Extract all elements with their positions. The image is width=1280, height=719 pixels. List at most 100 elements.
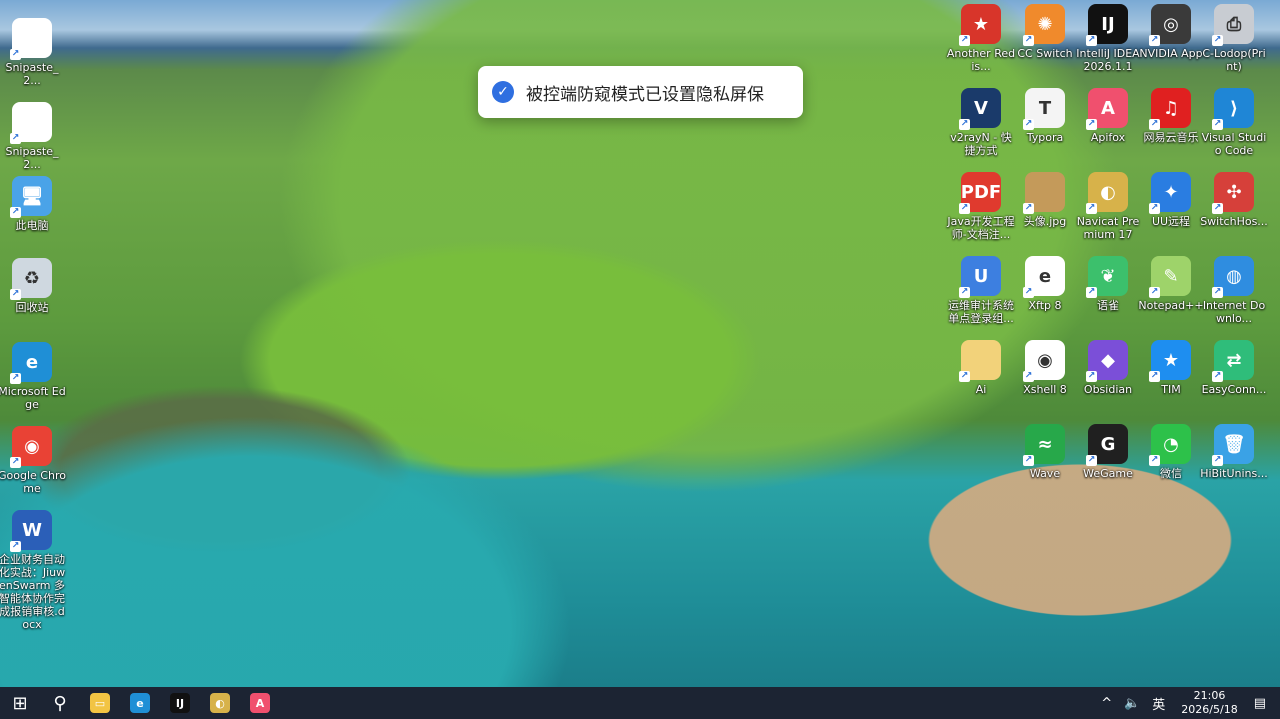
desktop-icon-navicat[interactable]: ◐ ↗ Navicat Premium 17 (1073, 172, 1143, 241)
avatar-jpg-icon: ↗ (1023, 172, 1065, 214)
shortcut-arrow-icon: ↗ (1086, 203, 1097, 214)
intellij-icon: IJ (170, 693, 190, 713)
wegame-icon: G ↗ (1086, 424, 1128, 466)
notification-center-icon[interactable]: ▤ (1254, 696, 1266, 711)
shortcut-arrow-icon: ↗ (1212, 203, 1223, 214)
desktop-icon-label: 微信 (1160, 467, 1182, 480)
desktop-icon-label: 运维审计系统单点登录组... (948, 299, 1014, 325)
desktop-icon-word-doc[interactable]: W ↗ 企业财务自动化实战：JiuwenSwarm 多智能体协作完成报销审核.doc… (0, 510, 67, 631)
shortcut-arrow-icon: ↗ (1212, 119, 1223, 130)
clock-date: 2026/5/18 (1181, 703, 1238, 716)
desktop-icon-uu-remote[interactable]: ✦ ↗ UU远程 (1136, 172, 1206, 228)
taskbar-apps: ⊞ ⚲ ▭ e IJ ◐ A (0, 687, 280, 719)
switchhosts-icon: ✣ ↗ (1212, 172, 1254, 214)
desktop-icon-snipaste-1[interactable]: ↗ Snipaste_2... (0, 18, 67, 87)
apifox-icon: A ↗ (1086, 88, 1128, 130)
shortcut-arrow-icon: ↗ (10, 207, 21, 218)
tim-icon: ★ ↗ (1149, 340, 1191, 382)
desktop-icon-this-pc[interactable]: 🖥 ↗ 此电脑 (0, 176, 67, 232)
desktop-icon-chrome[interactable]: ◉ ↗ Google Chrome (0, 426, 67, 495)
ai-folder-icon: ↗ (959, 340, 1001, 382)
taskbar: ⊞ ⚲ ▭ e IJ ◐ A ^ 🔈 英 21:06 2026/5/18 ▤ (0, 687, 1280, 719)
recycle-bin-icon: ♻ ↗ (10, 258, 52, 300)
desktop-icon-wegame[interactable]: G ↗ WeGame (1073, 424, 1143, 480)
clock-time: 21:06 (1193, 689, 1226, 702)
desktop-icon-cc-switch[interactable]: ✺ ↗ CC Switch (1010, 4, 1080, 60)
shortcut-arrow-icon: ↗ (1023, 203, 1034, 214)
desktop-icon-wave[interactable]: ≈ ↗ Wave (1010, 424, 1080, 480)
desktop-icon-vscode[interactable]: ⟩ ↗ Visual Studio Code (1199, 88, 1269, 157)
taskbar-button-navicat[interactable]: ◐ (200, 687, 240, 719)
desktop-icon-another-redis[interactable]: ★ ↗ Another Redis... (946, 4, 1016, 73)
desktop-icon-v2rayn[interactable]: V ↗ v2rayN - 快捷方式 (946, 88, 1016, 157)
shortcut-arrow-icon: ↗ (1023, 371, 1034, 382)
shortcut-arrow-icon: ↗ (1086, 35, 1097, 46)
desktop-icon-snipaste-2[interactable]: ↗ Snipaste_2... (0, 102, 67, 171)
desktop-icon-edge[interactable]: e ↗ Microsoft Edge (0, 342, 67, 411)
desktop-icon-label: Visual Studio Code (1201, 131, 1267, 157)
taskbar-button-search[interactable]: ⚲ (40, 687, 80, 719)
desktop-icon-label: Typora (1026, 131, 1064, 144)
desktop-icon-idm[interactable]: ◍ ↗ Internet Downlo... (1199, 256, 1269, 325)
desktop-icon-label: CC Switch (1017, 47, 1073, 60)
ime-indicator[interactable]: 英 (1152, 694, 1165, 713)
desktop-icon-c-lodop[interactable]: ⎙ ↗ C-Lodop(Print) (1199, 4, 1269, 73)
desktop-icon-notepadpp[interactable]: ✎ ↗ Notepad++ (1136, 256, 1206, 312)
taskbar-button-start[interactable]: ⊞ (0, 687, 40, 719)
desktop-icon-avatar-jpg[interactable]: ↗ 头像.jpg (1010, 172, 1080, 228)
shortcut-arrow-icon: ↗ (959, 35, 970, 46)
desktop-icon-nvidia-app[interactable]: ◎ ↗ NVIDIA App (1136, 4, 1206, 60)
taskbar-button-edge[interactable]: e (120, 687, 160, 719)
desktop-icon-java-pdf[interactable]: PDF ↗ Java开发工程师-文档注... (946, 172, 1016, 241)
snipaste-2-icon: ↗ (10, 102, 52, 144)
shortcut-arrow-icon: ↗ (1212, 287, 1223, 298)
taskbar-button-intellij[interactable]: IJ (160, 687, 200, 719)
easyconnect-icon: ⇄ ↗ (1212, 340, 1254, 382)
search-icon: ⚲ (53, 692, 67, 714)
another-redis-icon: ★ ↗ (959, 4, 1001, 46)
desktop-icon-intellij-idea[interactable]: IJ ↗ IntelliJ IDEA 2026.1.1 (1073, 4, 1143, 73)
desktop-icon-label: Microsoft Edge (0, 385, 66, 411)
shortcut-arrow-icon: ↗ (1023, 119, 1034, 130)
desktop-icon-audit-sso[interactable]: U ↗ 运维审计系统单点登录组... (946, 256, 1016, 325)
c-lodop-icon: ⎙ ↗ (1212, 4, 1254, 46)
desktop-icon-xshell[interactable]: ◉ ↗ Xshell 8 (1010, 340, 1080, 396)
desktop-icon-label: Internet Downlo... (1202, 299, 1266, 325)
vscode-icon: ⟩ ↗ (1212, 88, 1254, 130)
desktop-icon-label: 语雀 (1097, 299, 1119, 312)
clock[interactable]: 21:06 2026/5/18 (1181, 689, 1237, 717)
word-doc-icon: W ↗ (10, 510, 52, 552)
desktop-icon-tim[interactable]: ★ ↗ TIM (1136, 340, 1206, 396)
desktop-icon-ai-folder[interactable]: ↗ Ai (946, 340, 1016, 396)
taskbar-button-file-explorer[interactable]: ▭ (80, 687, 120, 719)
java-pdf-icon: PDF ↗ (959, 172, 1001, 214)
desktop-icon-label: 回收站 (15, 301, 49, 314)
desktop-icon-label: Snipaste_2... (5, 61, 59, 87)
desktop-icon-yuque[interactable]: ❦ ↗ 语雀 (1073, 256, 1143, 312)
desktop-icon-easyconnect[interactable]: ⇄ ↗ EasyConn... (1199, 340, 1269, 396)
desktop-icon-obsidian[interactable]: ◆ ↗ Obsidian (1073, 340, 1143, 396)
nvidia-app-icon: ◎ ↗ (1149, 4, 1191, 46)
check-icon: ✓ (492, 81, 514, 103)
desktop-icon-label: Java开发工程师-文档注... (947, 215, 1015, 241)
edge-icon: e ↗ (10, 342, 52, 384)
desktop-icon-xftp[interactable]: e ↗ Xftp 8 (1010, 256, 1080, 312)
volume-icon[interactable]: 🔈 (1124, 696, 1140, 711)
shortcut-arrow-icon: ↗ (10, 541, 21, 552)
tray-chevron-icon[interactable]: ^ (1101, 696, 1112, 711)
shortcut-arrow-icon: ↗ (959, 371, 970, 382)
desktop-icon-recycle-bin[interactable]: ♻ ↗ 回收站 (0, 258, 67, 314)
desktop-icon-label: Xshell 8 (1023, 383, 1067, 396)
shortcut-arrow-icon: ↗ (1023, 455, 1034, 466)
desktop-icon-wechat[interactable]: ◔ ↗ 微信 (1136, 424, 1206, 480)
desktop-icon-apifox[interactable]: A ↗ Apifox (1073, 88, 1143, 144)
desktop-icon-label: 网易云音乐 (1143, 131, 1199, 144)
desktop-icon-netease-music[interactable]: ♫ ↗ 网易云音乐 (1136, 88, 1206, 144)
desktop-icon-hibit-uninstaller[interactable]: 🗑 ↗ HiBitUnins... (1199, 424, 1269, 480)
desktop-icon-typora[interactable]: T ↗ Typora (1010, 88, 1080, 144)
shortcut-arrow-icon: ↗ (1149, 455, 1160, 466)
desktop-icon-switchhosts[interactable]: ✣ ↗ SwitchHos... (1199, 172, 1269, 228)
uu-remote-icon: ✦ ↗ (1149, 172, 1191, 214)
taskbar-button-apifox[interactable]: A (240, 687, 280, 719)
desktop-icon-label: WeGame (1083, 467, 1133, 480)
